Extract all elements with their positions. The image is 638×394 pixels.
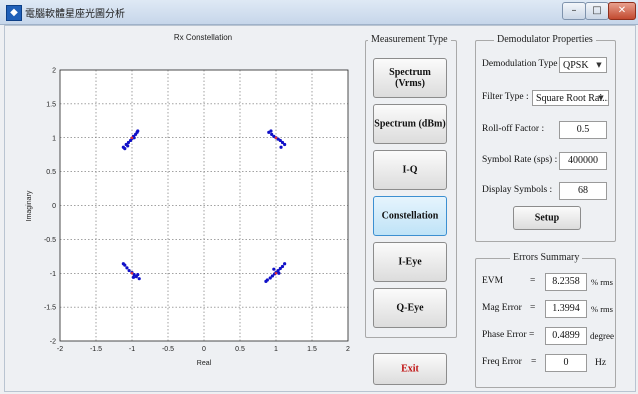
data-point <box>280 264 285 269</box>
mag-error-label: Mag Error <box>482 303 522 313</box>
data-point <box>283 142 287 147</box>
display-symbols-field[interactable]: 68 <box>559 182 607 200</box>
phase-error-unit: degree <box>590 331 614 341</box>
chevron-down-icon: ▼ <box>596 61 602 69</box>
x-tick-label: 2 <box>346 346 350 353</box>
x-tick-label: -1 <box>129 346 135 353</box>
demod-type-label: Demodulation Type : <box>482 59 563 69</box>
data-point <box>283 262 287 266</box>
data-point <box>136 129 140 133</box>
data-point <box>274 136 278 140</box>
x-tick-label: -1.5 <box>90 346 102 353</box>
y-tick-label: -0.5 <box>44 237 56 244</box>
freq-error-value: 0 <box>545 354 587 372</box>
evm-equals: = <box>530 276 536 286</box>
x-tick-label: 0 <box>202 346 206 353</box>
rolloff-field[interactable]: 0.5 <box>559 121 607 139</box>
y-tick-label: 1.5 <box>46 101 56 108</box>
y-tick-label: -1 <box>50 271 56 278</box>
data-point <box>131 275 136 279</box>
data-point <box>121 262 125 266</box>
data-point <box>137 277 141 281</box>
constellation-plot: Rx Constellation -2 -1.5 -1 -0.5 0 0.5 1 1.5 2 2… <box>26 33 350 367</box>
data-point <box>130 136 134 140</box>
phase-error-label: Phase Error = <box>482 330 535 340</box>
y-axis-label: Imaginary <box>26 190 33 221</box>
y-tick-label: -1.5 <box>44 305 56 312</box>
x-axis-ticks: -2 -1.5 -1 -0.5 0 0.5 1 1.5 2 <box>57 346 350 353</box>
freq-error-unit: Hz <box>595 358 607 368</box>
x-tick-label: 1 <box>274 346 278 353</box>
evm-value: 8.2358 <box>545 273 587 291</box>
mag-error-unit: % rms <box>591 304 613 314</box>
symbol-rate-label: Symbol Rate (sps) : <box>482 155 558 165</box>
demod-type-select[interactable]: QPSK ▼ <box>559 57 607 73</box>
x-tick-label: -0.5 <box>162 346 174 353</box>
y-axis-ticks: 2 1.5 1 0.5 0 -0.5 -1 -1.5 -2 <box>44 68 56 346</box>
matlab-figure-icon: ◆ <box>6 5 22 21</box>
demodulator-properties-legend: Demodulator Properties <box>494 34 596 45</box>
data-point <box>136 273 140 277</box>
close-button[interactable]: ✕ <box>608 2 636 20</box>
data-point <box>274 271 278 275</box>
evm-unit: % rms <box>591 277 613 287</box>
y-tick-label: 0.5 <box>46 169 56 176</box>
x-tick-label: 1.5 <box>307 346 317 353</box>
spectrum-dbm-button[interactable]: Spectrum (dBm) <box>373 104 447 144</box>
y-tick-label: 1 <box>52 135 56 142</box>
filter-type-label: Filter Type : <box>482 92 529 102</box>
measurement-type-legend: Measurement Type <box>368 34 451 45</box>
data-point <box>126 144 130 148</box>
demod-type-value: QPSK <box>563 60 589 71</box>
maximize-button[interactable]: □ <box>585 2 609 20</box>
plot-title: Rx Constellation <box>174 33 232 42</box>
filter-type-select[interactable]: Square Root Rai... ▼ <box>532 90 609 106</box>
errors-summary-legend: Errors Summary <box>510 252 583 263</box>
data-point <box>277 271 281 275</box>
evm-label: EVM <box>482 276 504 286</box>
phase-error-value: 0.4899 <box>545 327 587 345</box>
data-point <box>123 146 127 151</box>
i-q-button[interactable]: I-Q <box>373 150 447 190</box>
data-point <box>125 266 129 270</box>
data-point <box>279 145 283 149</box>
mag-error-value: 1.3994 <box>545 300 587 318</box>
data-point <box>127 268 131 273</box>
freq-error-label: Freq Error <box>482 357 522 367</box>
constellation-button[interactable]: Constellation <box>373 196 447 236</box>
mag-error-equals: = <box>530 303 536 313</box>
freq-error-equals: = <box>531 357 537 367</box>
figure-client-area: Rx Constellation -2 -1.5 -1 -0.5 0 0.5 1 1.5 2 2… <box>4 25 636 392</box>
data-point <box>130 271 134 275</box>
data-point <box>264 279 268 283</box>
x-tick-label: -2 <box>57 346 63 353</box>
exit-button[interactable]: Exit <box>373 353 447 385</box>
i-eye-button[interactable]: I-Eye <box>373 242 447 282</box>
title-bar: ◆ 電腦軟體星座光圖分析 – □ ✕ <box>0 0 638 25</box>
display-symbols-label: Display Symbols : <box>482 185 553 195</box>
chevron-down-icon: ▼ <box>598 94 604 102</box>
y-tick-label: 0 <box>52 203 56 210</box>
symbol-rate-field[interactable]: 400000 <box>559 152 607 170</box>
y-tick-label: 2 <box>52 68 56 75</box>
y-tick-label: -2 <box>50 339 56 346</box>
rolloff-label: Roll-off Factor : <box>482 124 545 134</box>
data-point <box>269 129 273 133</box>
q-eye-button[interactable]: Q-Eye <box>373 288 447 328</box>
spectrum-vrms-button[interactable]: Spectrum (Vrms) <box>373 58 447 98</box>
data-point <box>272 267 276 271</box>
x-axis-label: Real <box>197 360 212 367</box>
x-tick-label: 0.5 <box>235 346 245 353</box>
setup-button[interactable]: Setup <box>513 206 581 230</box>
minimize-button[interactable]: – <box>562 2 586 20</box>
window-title: 電腦軟體星座光圖分析 <box>25 9 125 20</box>
